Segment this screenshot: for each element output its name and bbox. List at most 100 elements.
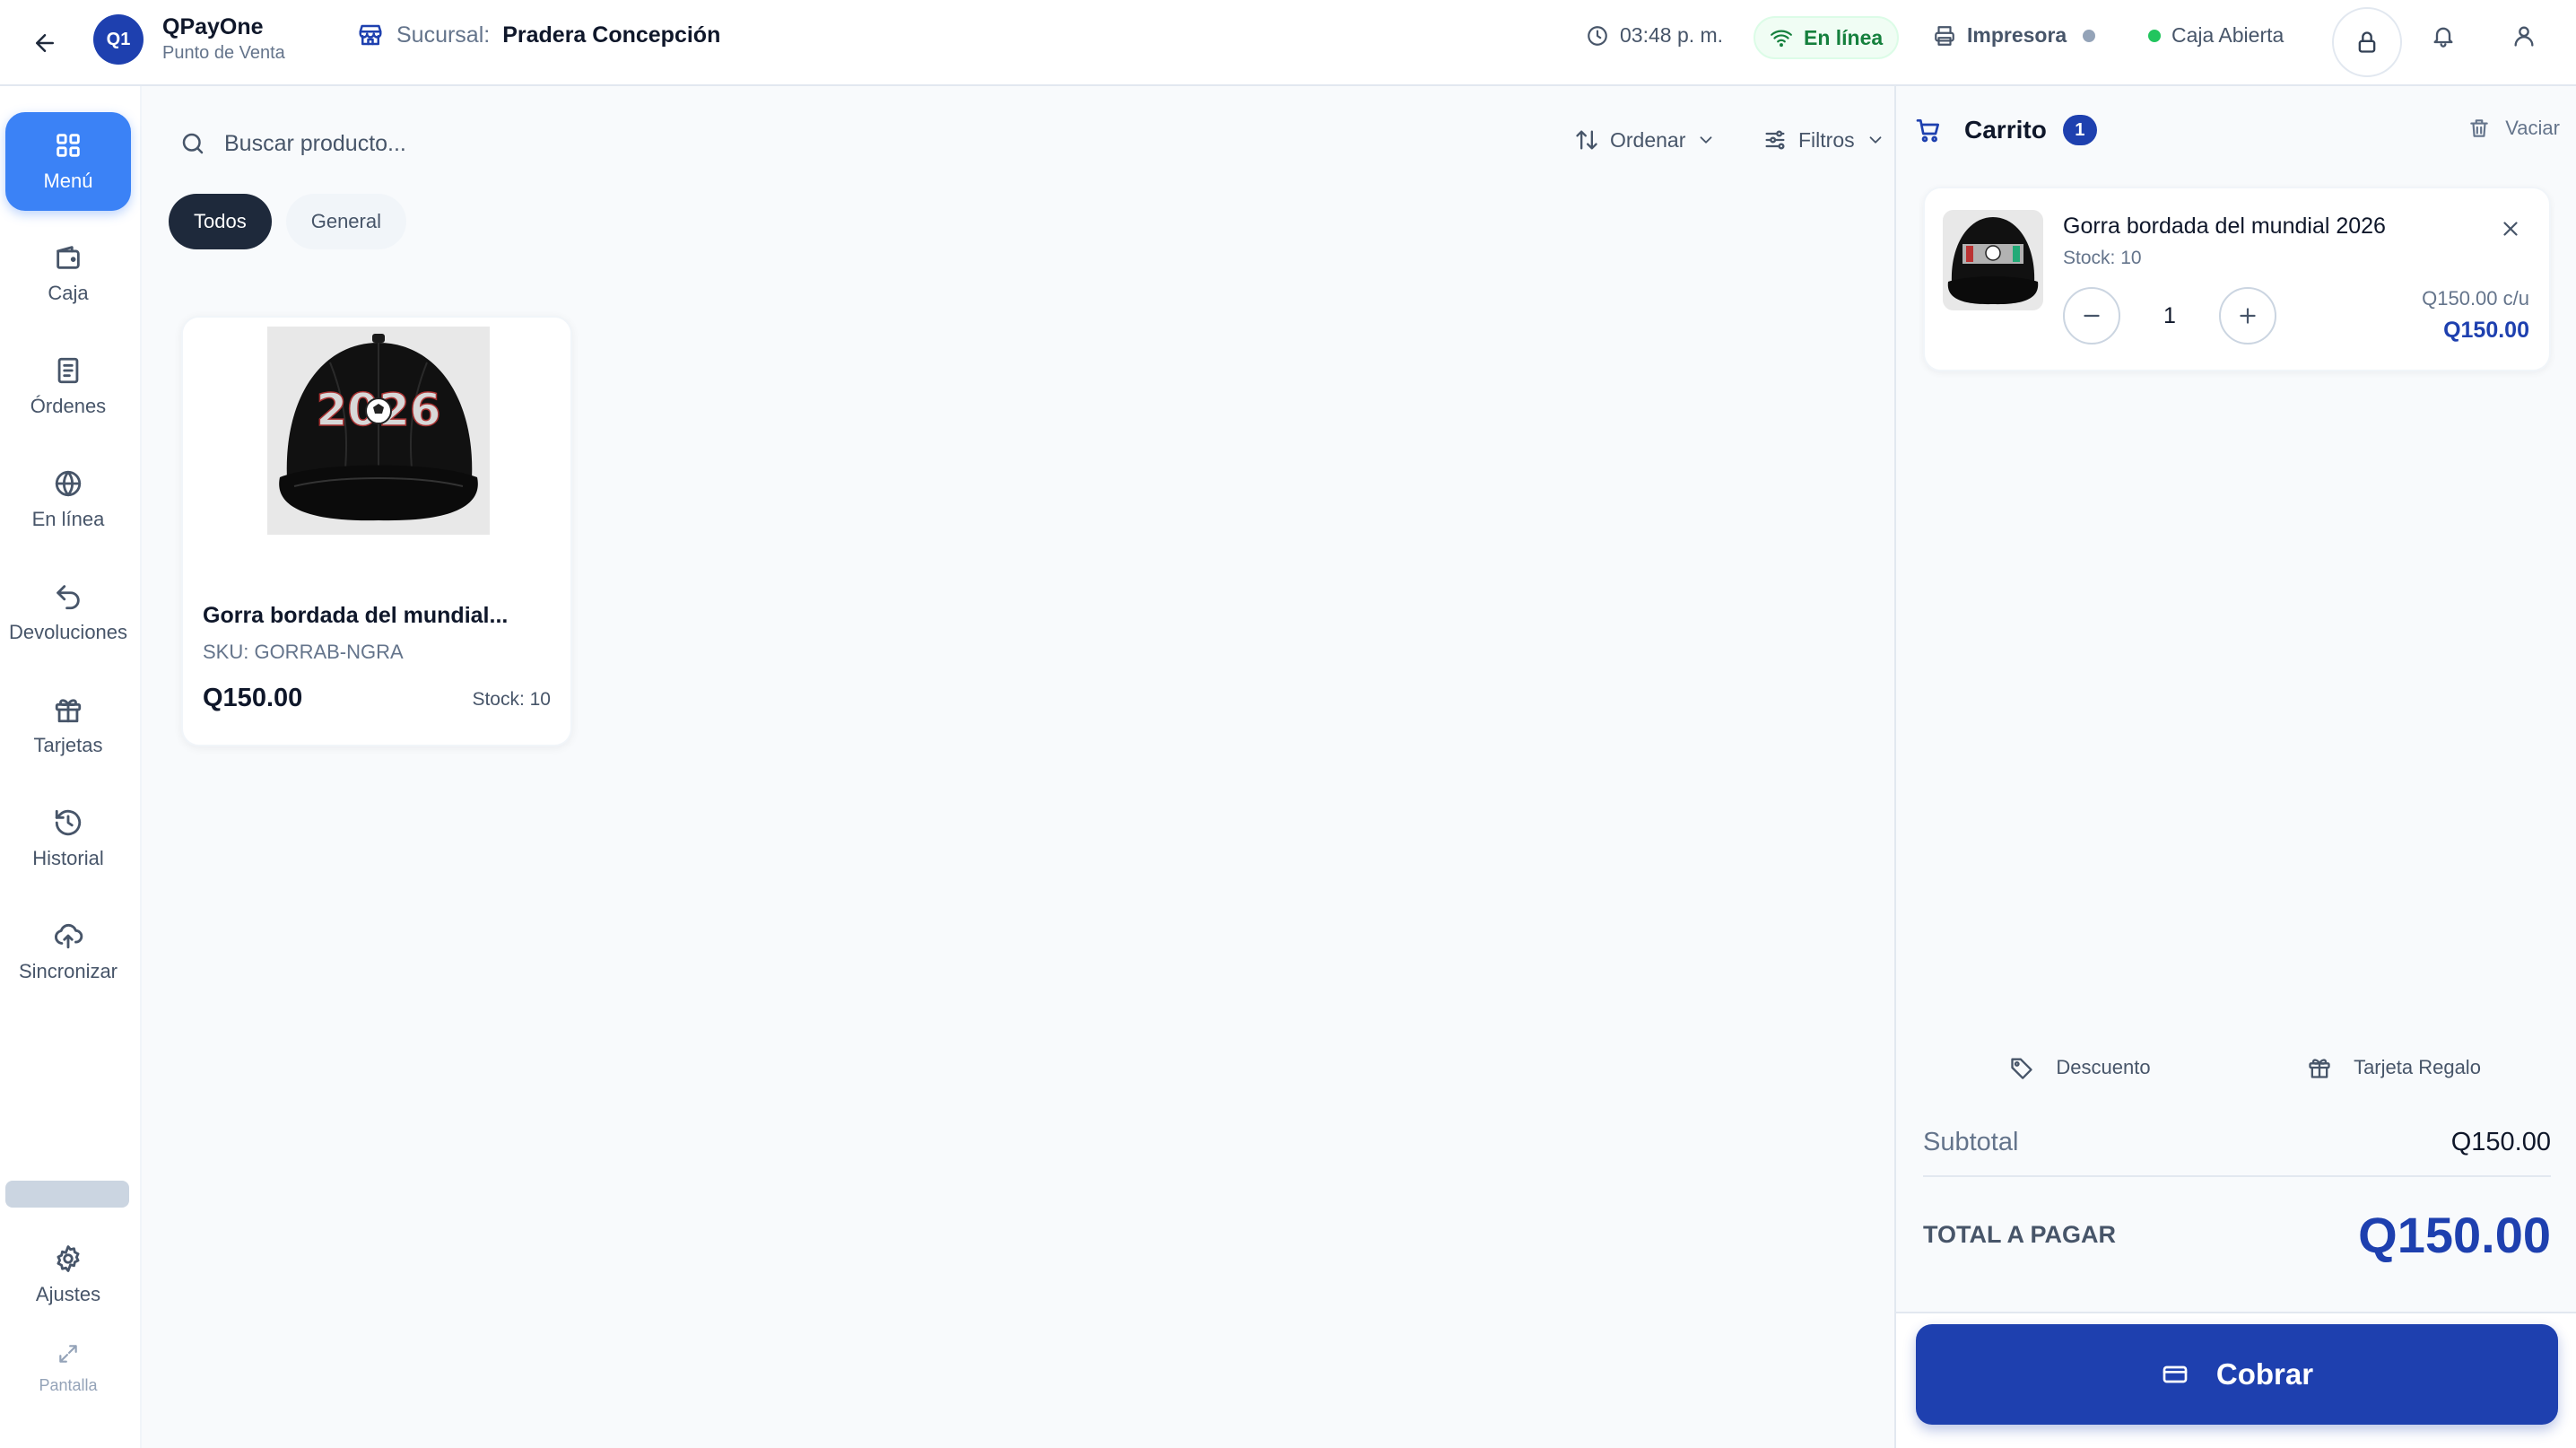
cash-register-status: Caja Abierta (2148, 23, 2284, 48)
sidebar-item-devoluciones[interactable]: Devoluciones (5, 563, 131, 662)
arrow-left-icon (36, 34, 54, 52)
cloud-upload-icon (55, 923, 83, 949)
store-icon (357, 22, 384, 48)
charge-button[interactable]: Cobrar (1916, 1324, 2558, 1425)
printer-icon (1935, 25, 1954, 46)
sort-button[interactable]: Ordenar (1574, 127, 1716, 153)
increase-quantity-button[interactable] (2219, 287, 2276, 345)
printer-status[interactable]: Impresora (1933, 23, 2096, 48)
sidebar-item-ordenes[interactable]: Órdenes (5, 337, 131, 436)
app-name: QPayOne (162, 14, 264, 39)
lock-button[interactable] (2332, 7, 2402, 77)
wifi-icon (1771, 30, 1792, 48)
branch-name: Pradera Concepción (502, 22, 721, 48)
undo-icon (57, 585, 80, 610)
user-icon (2514, 26, 2534, 47)
cart-item: Gorra bordada del mundial 2026 Stock: 10… (1923, 187, 2551, 371)
sidebar-item-tarjetas[interactable]: Tarjetas (5, 676, 131, 775)
cart-panel: Carrito 1 Vaciar Gorra bordada del mundi… (1894, 86, 2576, 1448)
bell-icon (2433, 27, 2453, 48)
filter-button[interactable]: Filtros (1762, 127, 1885, 153)
total-value: Q150.00 (2358, 1206, 2551, 1263)
cart-item-line-total: Q150.00 (2443, 318, 2529, 343)
app-subtitle: Punto de Venta (162, 43, 285, 63)
product-stock: Stock: 10 (472, 689, 551, 710)
branch-label: Sucursal: (396, 22, 491, 48)
sidebar-item-label: Historial (32, 847, 104, 869)
close-icon (2503, 222, 2518, 236)
tab-todos[interactable]: Todos (169, 194, 272, 249)
shopping-cart-icon (1914, 116, 1943, 144)
cash-status-dot (2148, 29, 2161, 42)
filter-label: Filtros (1798, 127, 1855, 152)
cash-status-text: Caja Abierta (2171, 23, 2284, 47)
discount-label: Descuento (2056, 1056, 2151, 1078)
subtotal-value: Q150.00 (2450, 1127, 2551, 1156)
remove-item-button[interactable] (2499, 217, 2522, 240)
lock-icon (2358, 31, 2376, 53)
printer-label: Impresora (1967, 23, 2067, 47)
user-button[interactable] (2511, 23, 2537, 48)
product-sku: SKU: GORRAB-NGRA (203, 641, 404, 663)
product-area: Ordenar Filtros Todos General (144, 86, 1893, 1448)
sidebar-item-label: Sincronizar (18, 960, 118, 982)
sidebar-item-label: Tarjetas (33, 734, 103, 756)
printer-status-dot (2083, 29, 2096, 42)
clock-display: 03:48 p. m. (1586, 23, 1723, 48)
charge-area: Cobrar (1896, 1312, 2576, 1448)
search-input[interactable] (224, 124, 1480, 163)
search-icon (179, 130, 206, 157)
product-card[interactable]: 2026 Gorra bordada del mundial... SKU: G… (181, 316, 572, 746)
sidebar-item-label: Caja (48, 282, 89, 304)
sidebar-item-historial[interactable]: Historial (5, 789, 131, 888)
sidebar-item-en-linea[interactable]: En línea (5, 450, 131, 549)
wallet-icon (57, 246, 80, 269)
cart-extras: Descuento Tarjeta Regalo (1923, 1046, 2551, 1089)
cart-item-stock: Stock: 10 (2063, 248, 2142, 268)
product-price: Q150.00 (203, 684, 303, 712)
tab-general[interactable]: General (285, 194, 406, 249)
app-logo: Q1 (93, 14, 144, 65)
cart-item-unit-price: Q150.00 c/u (2422, 287, 2529, 310)
gift-icon (55, 699, 82, 723)
discount-button[interactable]: Descuento (1923, 1046, 2237, 1089)
clear-cart-button[interactable]: Vaciar (2467, 117, 2560, 140)
subtotal-label: Subtotal (1923, 1127, 2019, 1156)
chevron-down-icon (1869, 136, 1882, 144)
sidebar: Menú Caja Órdenes En línea Devoluciones … (0, 86, 142, 1448)
cart-header: Carrito 1 Vaciar (1914, 109, 2560, 151)
sidebar-item-label: Órdenes (30, 395, 107, 417)
gift-card-button[interactable]: Tarjeta Regalo (2237, 1046, 2551, 1089)
sort-arrows-icon (1576, 130, 1597, 150)
tag-icon (2011, 1058, 2033, 1079)
category-tabs: Todos General (169, 194, 406, 249)
credit-card-icon (2163, 1365, 2188, 1383)
decrease-quantity-button[interactable] (2063, 287, 2120, 345)
gift-card-label: Tarjeta Regalo (2354, 1056, 2481, 1078)
fullscreen-label: Pantalla (39, 1376, 98, 1394)
receipt-icon (57, 357, 79, 384)
sidebar-item-ajustes[interactable]: Ajustes (5, 1226, 131, 1324)
sidebar-item-menu[interactable]: Menú (5, 112, 131, 211)
expand-icon (59, 1345, 77, 1363)
clear-cart-label: Vaciar (2505, 117, 2560, 139)
fullscreen-button[interactable]: Pantalla (5, 1342, 131, 1395)
branch-selector[interactable]: Sucursal: Pradera Concepción (357, 22, 720, 48)
sidebar-item-label: Ajustes (35, 1283, 101, 1305)
sliders-icon (1765, 130, 1785, 150)
clock-icon (1588, 25, 1607, 46)
cart-count-badge: 1 (2062, 115, 2097, 145)
sidebar-item-sincronizar[interactable]: Sincronizar (5, 903, 131, 1001)
sidebar-item-label: Devoluciones (8, 621, 128, 643)
sidebar-item-label: En línea (31, 508, 105, 530)
gear-icon (57, 1245, 80, 1272)
back-button[interactable] (25, 23, 65, 63)
globe-icon (55, 470, 82, 497)
grid-icon (57, 134, 80, 157)
cart-item-thumbnail (1943, 210, 2043, 310)
history-icon (55, 809, 82, 836)
subtotal-row: Subtotal Q150.00 (1923, 1109, 2551, 1177)
notifications-button[interactable] (2431, 23, 2456, 48)
minus-icon (2084, 314, 2100, 318)
sidebar-item-caja[interactable]: Caja (5, 224, 131, 323)
